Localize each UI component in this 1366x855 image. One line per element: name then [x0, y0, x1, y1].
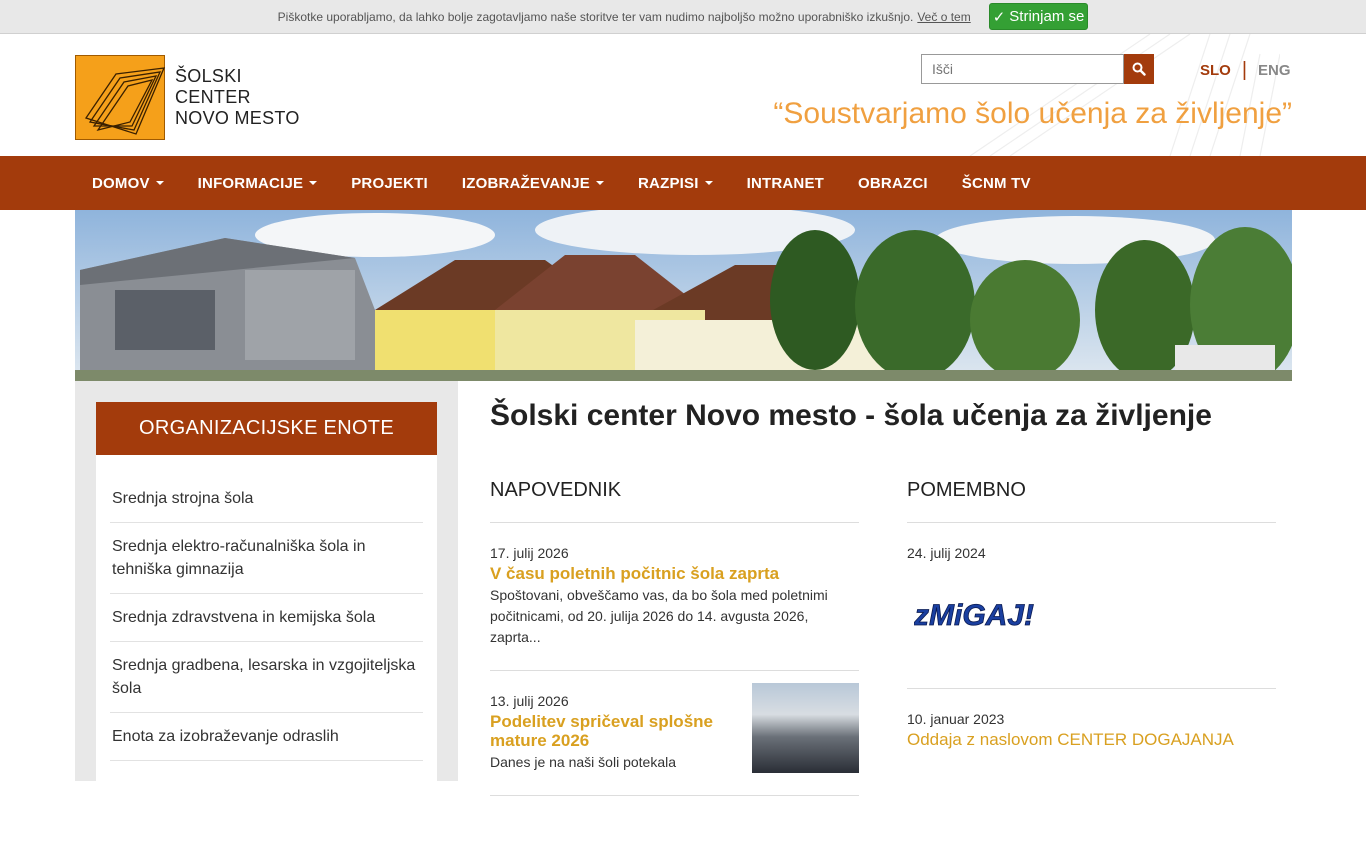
news-item: 10. januar 2023 Oddaja z naslovom CENTER… [907, 689, 1276, 771]
check-icon: ✓ [992, 8, 1006, 26]
nav-izobrazevanje[interactable]: IZOBRAŽEVANJE [445, 156, 621, 210]
news-title-link[interactable]: Podelitev spričeval splošne mature 2026 [490, 712, 740, 750]
lang-separator: | [1241, 59, 1248, 81]
news-item: 13. julij 2026 Podelitev spričeval sploš… [490, 671, 859, 796]
pomembno-heading: POMEMBNO [907, 479, 1276, 523]
sidebar-item-gradbena[interactable]: Srednja gradbena, lesarska in vzgojitelj… [110, 642, 423, 713]
sidebar-title: ORGANIZACIJSKE ENOTE [96, 402, 437, 455]
news-item: 24. julij 2024 zMiGAJ! [907, 523, 1276, 689]
page-title: Šolski center Novo mesto - šola učenja z… [490, 399, 1212, 432]
news-date: 13. julij 2026 [490, 693, 569, 709]
zmigaj-logo-text: zMiGAJ! [914, 599, 1034, 632]
news-date: 24. julij 2024 [907, 545, 986, 561]
napovednik-heading: NAPOVEDNIK [490, 479, 859, 523]
sidebar-item-odrasli[interactable]: Enota za izobraževanje odraslih [110, 713, 423, 761]
news-columns: NAPOVEDNIK 17. julij 2026 V času poletni… [490, 479, 1276, 796]
nav-scnm-tv[interactable]: ŠCNM TV [945, 156, 1048, 210]
news-thumbnail[interactable] [752, 683, 859, 773]
main-nav: DOMOV INFORMACIJE PROJEKTI IZOBRAŽEVANJE… [0, 156, 1366, 210]
nav-razpisi[interactable]: RAZPISI [621, 156, 730, 210]
news-date: 10. januar 2023 [907, 711, 1005, 727]
nav-obrazci[interactable]: OBRAZCI [841, 156, 945, 210]
news-excerpt: Spoštovani, obveščamo vas, da bo šola me… [490, 587, 828, 645]
sidebar-item-elektro[interactable]: Srednja elektro-računalniška šola in teh… [110, 523, 423, 594]
logo-line-1: ŠOLSKI CENTER [175, 65, 251, 107]
napovednik-column: NAPOVEDNIK 17. julij 2026 V času poletni… [490, 479, 859, 796]
nav-intranet[interactable]: INTRANET [730, 156, 841, 210]
cookie-text: Piškotke uporabljamo, da lahko bolje zag… [277, 9, 914, 24]
logo-line-2: NOVO MESTO [175, 107, 300, 128]
cookie-more-link[interactable]: Več o tem [917, 10, 970, 24]
nav-domov[interactable]: DOMOV [75, 156, 181, 210]
news-item: 17. julij 2026 V času poletnih počitnic … [490, 523, 859, 671]
news-date: 17. julij 2026 [490, 545, 569, 561]
logo-text: ŠOLSKI CENTER NOVO MESTO [175, 66, 310, 129]
banner-image [75, 210, 1292, 381]
content-area: ORGANIZACIJSKE ENOTE Srednja strojna šol… [75, 381, 1292, 855]
caret-down-icon [596, 181, 605, 185]
caret-down-icon [704, 181, 713, 185]
zmigaj-logo[interactable]: zMiGAJ! [907, 564, 1041, 666]
search-form [921, 54, 1154, 84]
news-excerpt: Danes je na naši šoli potekala [490, 754, 677, 770]
lang-eng-link[interactable]: ENG [1258, 62, 1291, 79]
sidebar-item-strojna[interactable]: Srednja strojna šola [110, 475, 423, 523]
motto: “Soustvarjamo šolo učenja za življenje” [773, 97, 1292, 130]
sidebar-list: Srednja strojna šola Srednja elektro-rač… [96, 455, 437, 855]
language-switcher: SLO | ENG [1200, 59, 1291, 82]
search-input[interactable] [921, 54, 1124, 84]
lang-slo-link[interactable]: SLO [1200, 62, 1231, 79]
nav-informacije[interactable]: INFORMACIJE [181, 156, 335, 210]
pomembno-column: POMEMBNO 24. julij 2024 zMiGAJ! 10. janu… [907, 479, 1276, 796]
sidebar-item-zdravstvena[interactable]: Srednja zdravstvena in kemijska šola [110, 594, 423, 642]
news-title-link[interactable]: Oddaja z naslovom CENTER DOGAJANJA [907, 730, 1276, 749]
header-decoration [969, 34, 1280, 156]
search-icon [1132, 62, 1146, 76]
caret-down-icon [309, 181, 318, 185]
cookie-accept-button[interactable]: ✓ Strinjam se [988, 3, 1089, 30]
search-button[interactable] [1124, 54, 1154, 84]
nav-projekti[interactable]: PROJEKTI [334, 156, 445, 210]
sidebar: ORGANIZACIJSKE ENOTE Srednja strojna šol… [75, 381, 458, 855]
logo-mark [75, 54, 166, 140]
caret-down-icon [155, 181, 164, 185]
school-logo[interactable]: ŠOLSKI CENTER NOVO MESTO [75, 54, 310, 140]
news-title-link[interactable]: V času poletnih počitnic šola zaprta [490, 564, 859, 583]
site-header: ŠOLSKI CENTER NOVO MESTO SLO | ENG “Sous… [0, 34, 1366, 156]
cookie-bar: Piškotke uporabljamo, da lahko bolje zag… [0, 0, 1366, 34]
cookie-accept-label: Strinjam se [1009, 8, 1085, 25]
main-content: Šolski center Novo mesto - šola učenja z… [458, 381, 1292, 796]
